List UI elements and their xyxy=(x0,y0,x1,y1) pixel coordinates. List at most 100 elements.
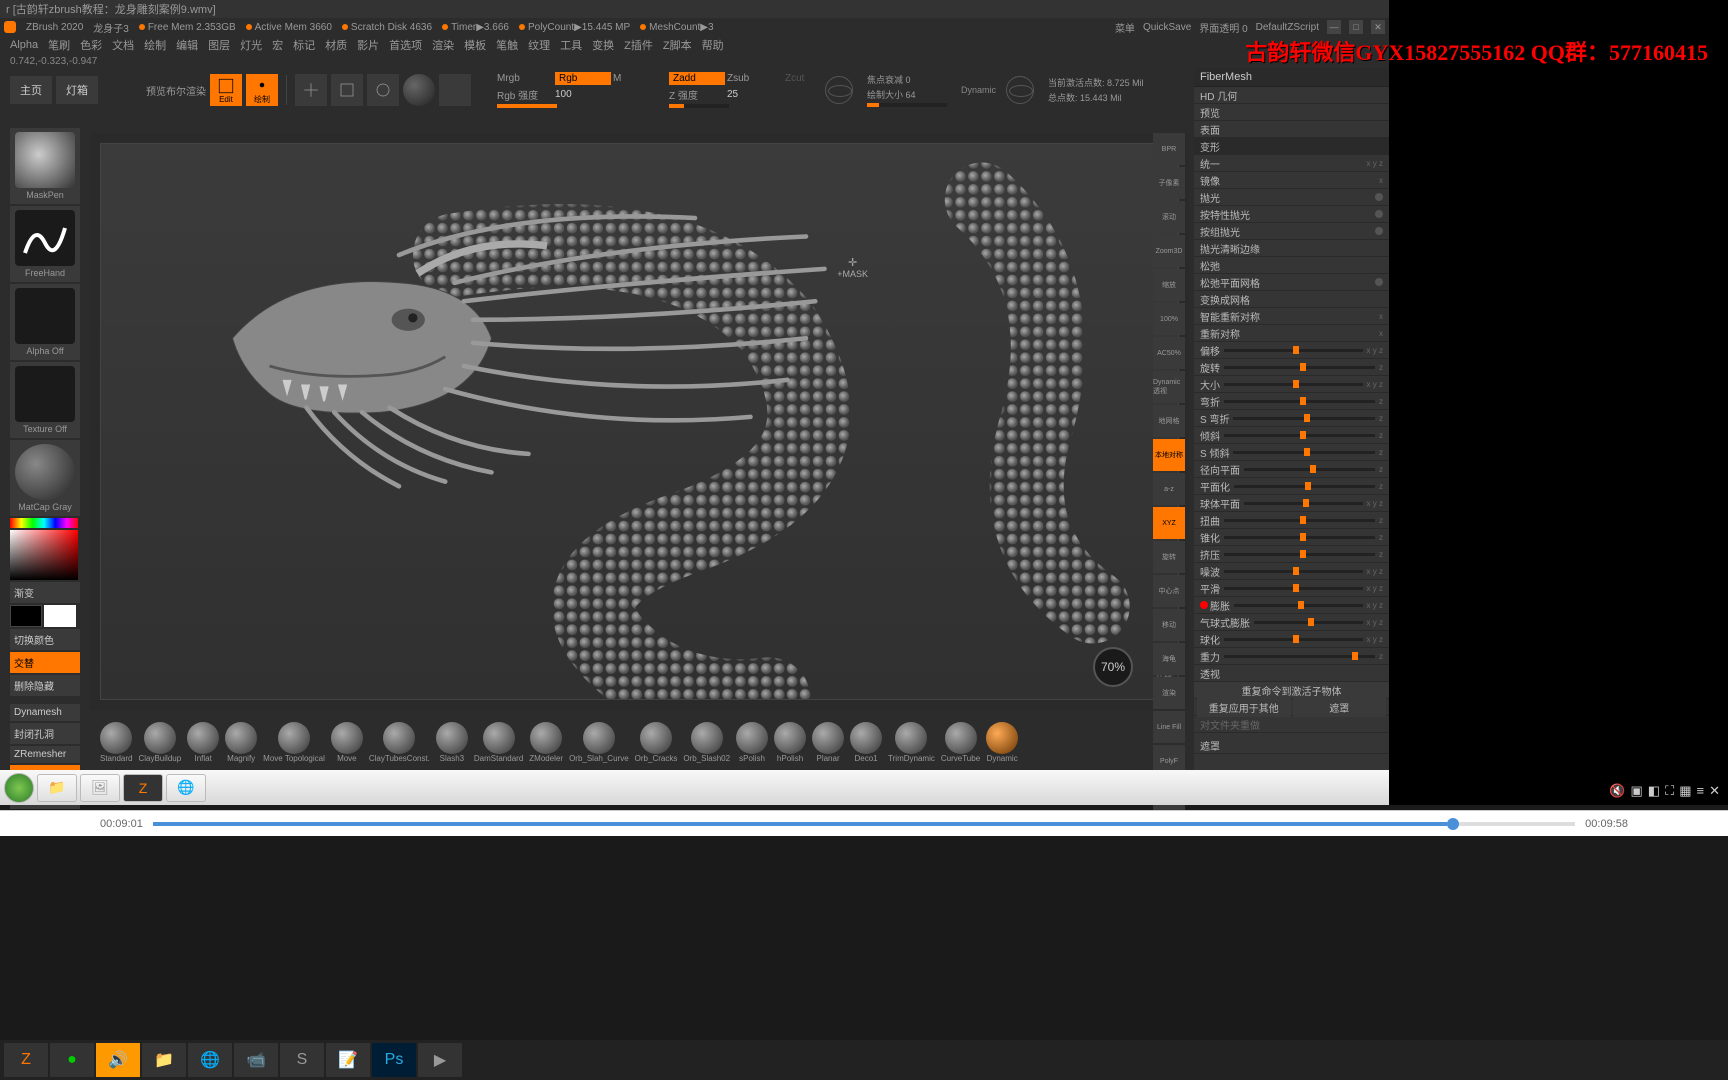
offset-row[interactable]: 偏移x y z xyxy=(1194,342,1389,359)
polish-edge-row[interactable]: 抛光清晰边缘 xyxy=(1194,240,1389,257)
switch-color-button[interactable]: 切换颜色 xyxy=(10,629,80,650)
brush-inflat[interactable]: Inflat xyxy=(187,722,219,763)
gravity-row[interactable]: 重力z xyxy=(1194,648,1389,665)
material-selector[interactable]: MatCap Gray xyxy=(10,440,80,516)
alternate-button[interactable]: 交替 xyxy=(10,652,80,673)
right-tool--[interactable]: 缩放 xyxy=(1153,269,1185,301)
mask-section[interactable]: 遮罩 xyxy=(1194,737,1389,754)
taper-row[interactable]: 锥化z xyxy=(1194,529,1389,546)
rgb-button[interactable]: Rgb xyxy=(555,72,611,85)
layer-transparency[interactable]: 界面透明 0 xyxy=(1199,20,1247,35)
recorder-app-icon[interactable]: 📹 xyxy=(234,1043,278,1077)
balloon-row[interactable]: 气球式膨胀x y z xyxy=(1194,614,1389,631)
to-grid-row[interactable]: 变换成网格 xyxy=(1194,291,1389,308)
right-tool--[interactable]: 旋转 xyxy=(1153,541,1185,573)
stroke-selector[interactable]: FreeHand xyxy=(10,206,80,282)
sculptris-button[interactable] xyxy=(403,74,435,106)
spherize-row[interactable]: 球化x y z xyxy=(1194,631,1389,648)
menu-item[interactable]: 标记 xyxy=(293,37,315,53)
dynamesh-button[interactable]: Dynamesh xyxy=(10,704,80,721)
repeat-active-button[interactable]: 重复命令到激活子物体 xyxy=(1194,682,1389,699)
repeat-other-button[interactable]: 重复应用于其他 xyxy=(1197,698,1291,717)
menu-item[interactable]: 渲染 xyxy=(432,37,454,53)
zremesher-button[interactable]: ZRemesher xyxy=(10,746,80,763)
right-tool-100-[interactable]: 100% xyxy=(1153,303,1185,335)
brush-move topological[interactable]: Move Topological xyxy=(263,722,325,763)
brush-move[interactable]: Move xyxy=(331,722,363,763)
right-tool-a-z[interactable]: a-z xyxy=(1153,473,1185,505)
tray-icon[interactable]: ▦ xyxy=(1679,783,1691,799)
brush-hpolish[interactable]: hPolish xyxy=(774,722,806,763)
brush-magnify[interactable]: Magnify xyxy=(225,722,257,763)
dynamic-toggle[interactable]: Dynamic xyxy=(961,85,996,95)
photoshop-app-icon[interactable]: Ps xyxy=(372,1043,416,1077)
minimize-icon[interactable]: — xyxy=(1327,20,1341,34)
rgb-intensity-value[interactable]: 100 xyxy=(555,89,572,100)
hd-geometry[interactable]: HD 几何 xyxy=(1194,87,1389,104)
gradient-button[interactable]: 渐变 xyxy=(10,582,80,603)
polish-row[interactable]: 抛光 xyxy=(1194,189,1389,206)
brush-claytubesconst.[interactable]: ClayTubesConst. xyxy=(369,722,430,763)
draw-mode-button[interactable]: 绘制 xyxy=(246,74,278,106)
tray-icon[interactable]: ≡ xyxy=(1697,783,1705,799)
drawsize-value[interactable]: 64 xyxy=(906,90,916,100)
menu-item[interactable]: 工具 xyxy=(560,37,582,53)
right-tool--[interactable]: 移动 xyxy=(1153,609,1185,641)
size-row[interactable]: 大小x y z xyxy=(1194,376,1389,393)
sogou-app-icon[interactable]: S xyxy=(280,1043,324,1077)
menu-item[interactable]: Z插件 xyxy=(624,37,653,53)
z-intensity-slider[interactable] xyxy=(669,104,729,108)
volume-app-icon[interactable]: 🔊 xyxy=(96,1043,140,1077)
tray-icon[interactable]: ▣ xyxy=(1631,783,1643,799)
menu-item[interactable]: 帮助 xyxy=(702,37,724,53)
zbrush-app-icon[interactable]: Z xyxy=(4,1043,48,1077)
menu-item[interactable]: 笔触 xyxy=(496,37,518,53)
rgb-intensity-slider[interactable] xyxy=(497,104,557,108)
flatten-row[interactable]: 平面化z xyxy=(1194,478,1389,495)
brush-standard[interactable]: Standard xyxy=(100,722,132,763)
viewport[interactable]: ✛ +MASK 70% 0K/s 0K/s 注销 xyxy=(90,133,1189,710)
brush-trimdynamic[interactable]: TrimDynamic xyxy=(888,722,935,763)
tray-icon[interactable]: ✕ xyxy=(1709,783,1720,799)
bend-row[interactable]: 弯折z xyxy=(1194,393,1389,410)
move-gizmo-button[interactable] xyxy=(295,74,327,106)
preview-section[interactable]: 预览 xyxy=(1194,104,1389,121)
brush-claybuildup[interactable]: ClayBuildup xyxy=(138,722,181,763)
brush-orb_cracks[interactable]: Orb_Cracks xyxy=(635,722,678,763)
menu-item[interactable]: 图层 xyxy=(208,37,230,53)
perspective-gyro-icon[interactable] xyxy=(1006,76,1034,104)
lightbox-button[interactable]: 灯箱 xyxy=(56,76,98,104)
color-picker[interactable] xyxy=(10,530,78,580)
tray-icon[interactable]: 🔇 xyxy=(1609,783,1625,799)
menu-item[interactable]: 色彩 xyxy=(80,37,102,53)
wechat-app-icon[interactable]: ● xyxy=(50,1043,94,1077)
zcut-button[interactable]: Zcut xyxy=(785,73,815,84)
right-tool--[interactable]: 本地对称 xyxy=(1153,439,1185,471)
right-tool--[interactable]: 渲染 xyxy=(1153,677,1185,709)
radial-flat-row[interactable]: 径向平面z xyxy=(1194,461,1389,478)
menu-item[interactable]: 首选项 xyxy=(389,37,422,53)
squeeze-row[interactable]: 挤压z xyxy=(1194,546,1389,563)
right-tool--[interactable]: 子像素 xyxy=(1153,167,1185,199)
texture-selector[interactable]: Texture Off xyxy=(10,362,80,438)
sphere-flat-row[interactable]: 球体平面x y z xyxy=(1194,495,1389,512)
right-tool--[interactable]: 中心点 xyxy=(1153,575,1185,607)
brush-orb_slah_curve[interactable]: Orb_Slah_Curve xyxy=(569,722,629,763)
sbend-row[interactable]: S 弯折z xyxy=(1194,410,1389,427)
tray-icon[interactable]: ⛶ xyxy=(1665,783,1674,799)
menu-item[interactable]: 影片 xyxy=(357,37,379,53)
mrgb-button[interactable]: Mrgb xyxy=(497,73,553,84)
color-hue-strip[interactable] xyxy=(10,518,78,528)
resym-row[interactable]: 重新对称x xyxy=(1194,325,1389,342)
rotate-row[interactable]: 旋转z xyxy=(1194,359,1389,376)
brush-orb_slash02[interactable]: Orb_Slash02 xyxy=(683,722,730,763)
twist-row[interactable]: 扭曲z xyxy=(1194,512,1389,529)
menu-item[interactable]: 材质 xyxy=(325,37,347,53)
quicksave-button[interactable]: QuickSave xyxy=(1143,22,1191,33)
brush-damstandard[interactable]: DamStandard xyxy=(474,722,523,763)
inflate-row[interactable]: 膨胀x y z xyxy=(1194,597,1389,614)
menu-item[interactable]: 变换 xyxy=(592,37,614,53)
brush-deco1[interactable]: Deco1 xyxy=(850,722,882,763)
zsub-button[interactable]: Zsub xyxy=(727,73,783,84)
tray-icon[interactable]: ◧ xyxy=(1648,783,1660,799)
